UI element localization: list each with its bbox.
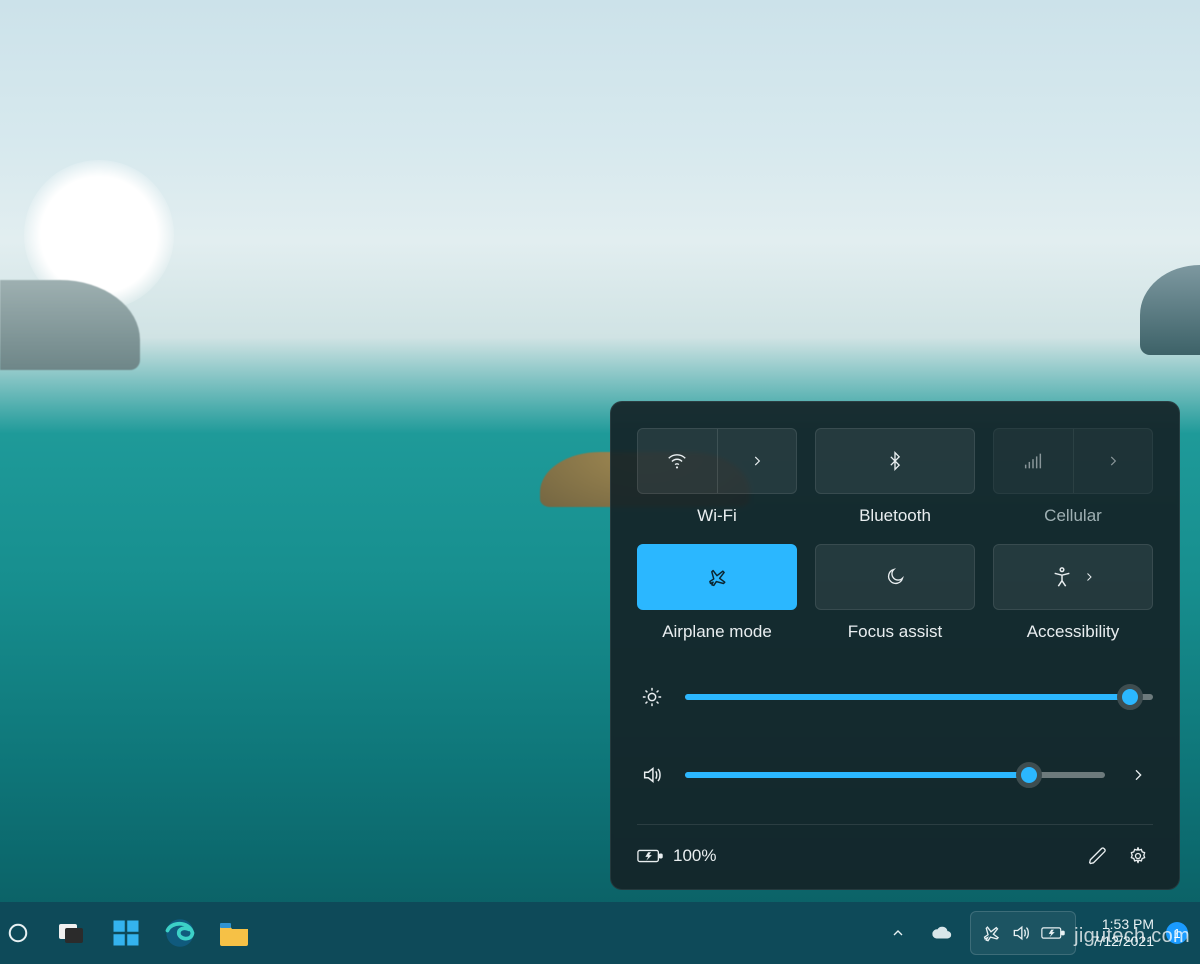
tile-airplane-mode[interactable] — [637, 544, 797, 610]
taskbar-widgets-button[interactable] — [2, 917, 34, 949]
edit-quick-settings-button[interactable] — [1083, 841, 1113, 871]
battery-text: 100% — [673, 846, 716, 866]
tile-cellular[interactable] — [993, 428, 1153, 494]
taskbar-date: 7/12/2021 — [1092, 933, 1154, 950]
start-button[interactable] — [110, 917, 142, 949]
tile-wifi-expand[interactable] — [718, 429, 797, 493]
tray-overflow-button[interactable] — [882, 917, 914, 949]
quick-settings-footer: 100% — [637, 824, 1153, 871]
taskbar-datetime[interactable]: 1:53 PM 7/12/2021 — [1092, 916, 1154, 950]
taskbar: 1:53 PM 7/12/2021 1 — [0, 902, 1200, 964]
tile-label-focus: Focus assist — [848, 622, 942, 642]
file-explorer-button[interactable] — [218, 917, 250, 949]
tile-wrap-wifi: Wi-Fi — [637, 428, 797, 526]
tile-cellular-toggle[interactable] — [994, 429, 1074, 493]
tile-label-cellular: Cellular — [1044, 506, 1102, 526]
brightness-slider-row — [637, 682, 1153, 712]
chevron-right-icon — [750, 454, 764, 468]
moon-icon — [885, 567, 905, 587]
taskbar-left — [12, 917, 250, 949]
signal-icon — [1022, 451, 1044, 471]
notification-count: 1 — [1173, 926, 1180, 941]
tile-wrap-airplane: Airplane mode — [637, 544, 797, 642]
volume-tray-icon — [1011, 923, 1031, 943]
settings-button[interactable] — [1123, 841, 1153, 871]
airplane-tray-icon — [981, 923, 1001, 943]
taskbar-right: 1:53 PM 7/12/2021 1 — [882, 911, 1188, 955]
quick-settings-panel: Wi-Fi Bluetooth — [610, 401, 1180, 890]
tile-wrap-focus: Focus assist — [815, 544, 975, 642]
taskbar-time: 1:53 PM — [1092, 916, 1154, 933]
volume-slider-row — [637, 760, 1153, 790]
edge-browser-button[interactable] — [164, 917, 196, 949]
quick-settings-tiles: Wi-Fi Bluetooth — [637, 428, 1153, 642]
battery-tray-icon — [1041, 925, 1065, 941]
sliders-section — [637, 682, 1153, 790]
notification-badge[interactable]: 1 — [1166, 922, 1188, 944]
tile-wifi-toggle[interactable] — [638, 429, 718, 493]
volume-slider[interactable] — [685, 772, 1105, 778]
battery-icon — [637, 847, 663, 865]
chevron-right-icon — [1083, 571, 1095, 583]
volume-icon — [637, 760, 667, 790]
tile-accessibility[interactable] — [993, 544, 1153, 610]
accessibility-icon — [1051, 566, 1073, 588]
tile-label-wifi: Wi-Fi — [697, 506, 737, 526]
tile-wrap-bluetooth: Bluetooth — [815, 428, 975, 526]
onedrive-tray-icon[interactable] — [926, 917, 958, 949]
volume-expand-button[interactable] — [1123, 760, 1153, 790]
system-tray-group[interactable] — [970, 911, 1076, 955]
volume-slider-thumb[interactable] — [1016, 762, 1042, 788]
task-view-button[interactable] — [56, 917, 88, 949]
brightness-slider-thumb[interactable] — [1117, 684, 1143, 710]
brightness-icon — [637, 682, 667, 712]
tile-bluetooth[interactable] — [815, 428, 975, 494]
brightness-slider[interactable] — [685, 694, 1153, 700]
tile-cellular-expand[interactable] — [1074, 429, 1153, 493]
bluetooth-icon — [885, 450, 905, 472]
tile-label-accessibility: Accessibility — [1027, 622, 1120, 642]
tile-label-airplane: Airplane mode — [662, 622, 772, 642]
tile-wrap-accessibility: Accessibility — [993, 544, 1153, 642]
wallpaper-hill-right — [1140, 265, 1200, 355]
tile-focus-assist[interactable] — [815, 544, 975, 610]
tile-wrap-cellular: Cellular — [993, 428, 1153, 526]
wifi-icon — [666, 450, 688, 472]
tile-label-bluetooth: Bluetooth — [859, 506, 931, 526]
chevron-right-icon — [1106, 454, 1120, 468]
airplane-icon — [705, 566, 729, 588]
tile-wifi[interactable] — [637, 428, 797, 494]
